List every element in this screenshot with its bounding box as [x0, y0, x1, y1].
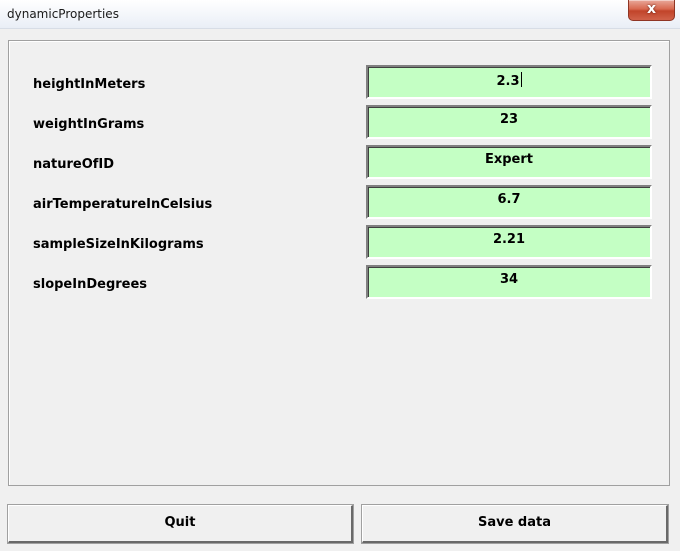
weight-in-grams-field[interactable]: 23 [366, 105, 652, 139]
property-row-air-temperature-in-celsius: airTemperatureInCelsius 6.7 [9, 185, 669, 223]
nature-of-id-field[interactable]: Expert [366, 145, 652, 179]
property-row-sample-size-in-kilograms: sampleSizeInKilograms 2.21 [9, 225, 669, 263]
dialog-window: dynamicProperties x heightInMeters 2.3 w… [0, 0, 680, 551]
property-label: heightInMeters [33, 77, 146, 92]
property-label: sampleSizeInKilograms [33, 237, 204, 252]
close-icon: x [646, 1, 657, 17]
property-row-height-in-meters: heightInMeters 2.3 [9, 65, 669, 103]
text-caret [520, 72, 522, 87]
close-button[interactable]: x [628, 0, 675, 21]
window-title: dynamicProperties [7, 7, 119, 21]
height-in-meters-field[interactable]: 2.3 [366, 65, 652, 99]
property-row-slope-in-degrees: slopeInDegrees 34 [9, 265, 669, 303]
field-value: 2.3 [496, 74, 520, 89]
air-temperature-in-celsius-field[interactable]: 6.7 [366, 185, 652, 219]
property-row-weight-in-grams: weightInGrams 23 [9, 105, 669, 143]
property-label: natureOfID [33, 157, 115, 172]
properties-panel: heightInMeters 2.3 weightInGrams 23 natu… [8, 40, 670, 486]
title-bar[interactable]: dynamicProperties x [0, 0, 680, 29]
property-label: airTemperatureInCelsius [33, 197, 213, 212]
property-row-nature-of-id: natureOfID Expert [9, 145, 669, 183]
slope-in-degrees-field[interactable]: 34 [366, 265, 652, 299]
property-label: slopeInDegrees [33, 277, 148, 292]
sample-size-in-kilograms-field[interactable]: 2.21 [366, 225, 652, 259]
save-data-button[interactable]: Save data [361, 504, 669, 544]
property-label: weightInGrams [33, 117, 145, 132]
quit-button[interactable]: Quit [7, 504, 354, 544]
